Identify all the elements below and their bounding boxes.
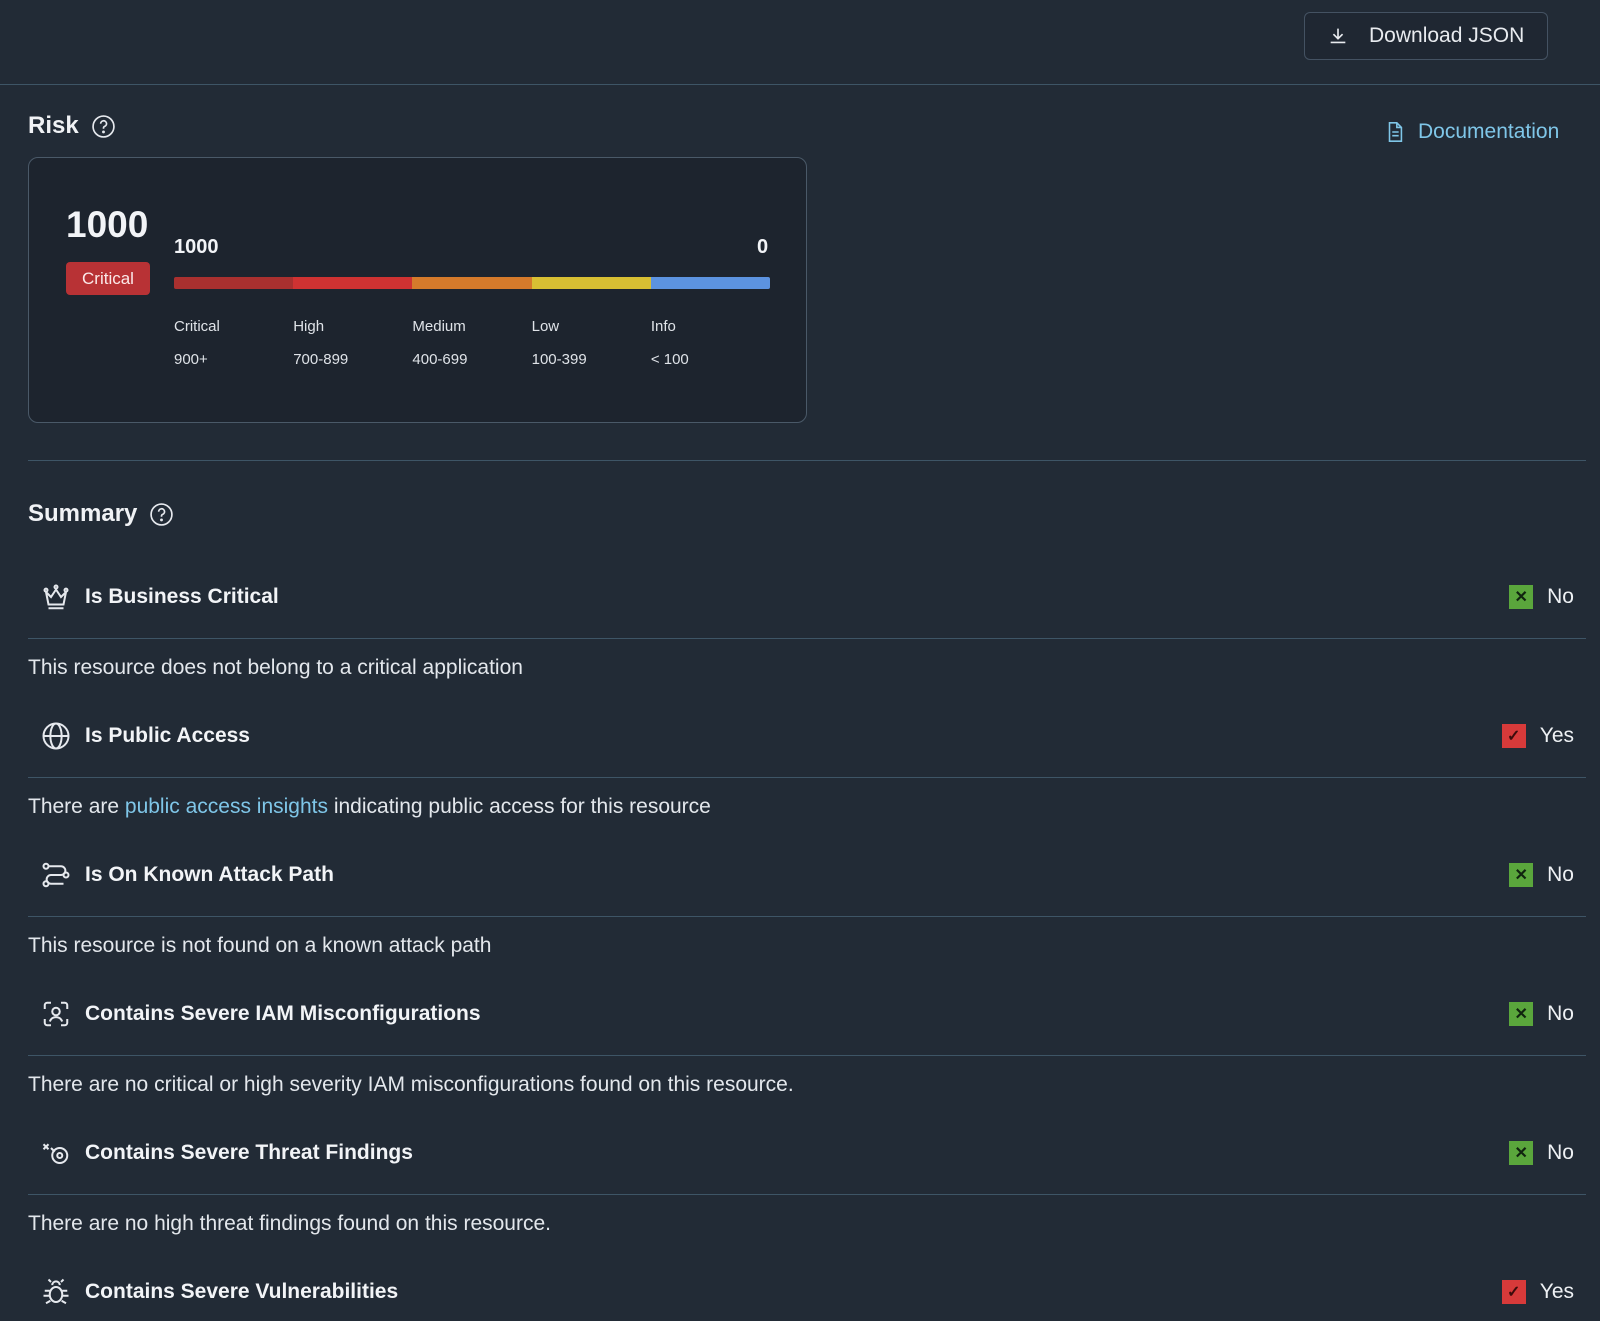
band-label: Info: [650, 318, 676, 335]
scale-max-label: 1000: [174, 236, 219, 258]
status-value: No: [1547, 1002, 1574, 1025]
globe-icon: [42, 722, 70, 750]
route-icon: [42, 862, 70, 888]
help-icon[interactable]: [91, 114, 116, 139]
top-bar: Download JSON: [0, 0, 1600, 85]
summary-row-description: There are public access insights indicat…: [28, 795, 711, 819]
scale-band-medium: [412, 277, 532, 289]
summary-heading: Summary: [28, 500, 174, 528]
status-indicator: ✓ Yes: [1501, 724, 1574, 748]
band-range: 400-699: [412, 351, 468, 368]
scale-band-info: [650, 277, 770, 289]
band-label: Low: [531, 318, 560, 335]
row-divider: [28, 638, 1586, 639]
summary-row-vulnerabilities: Contains Severe Vulnerabilities ✓ Yes: [28, 1272, 1586, 1312]
download-icon: [1330, 28, 1346, 44]
band-range: 700-899: [293, 351, 349, 368]
summary-row-label: Contains Severe Vulnerabilities: [85, 1280, 399, 1303]
summary-row-description: This resource is not found on a known at…: [28, 934, 492, 957]
status-value: No: [1547, 1141, 1574, 1164]
row-divider: [28, 1194, 1586, 1195]
documentation-link[interactable]: Documentation: [1384, 120, 1559, 144]
status-indicator: ✕ No: [1509, 585, 1574, 609]
band-label: Medium: [412, 318, 466, 335]
band-ranges: 900+ 700-899 400-699 100-399 < 100: [174, 351, 770, 368]
x-mark-icon: ✕: [1509, 1002, 1534, 1026]
severity-badge: Critical: [66, 262, 150, 295]
section-divider: [28, 460, 1586, 461]
status-indicator: ✕ No: [1509, 1002, 1574, 1026]
scale-band-critical: [174, 277, 294, 289]
status-value: Yes: [1539, 724, 1574, 747]
summary-row-public-access: Is Public Access ✓ Yes: [28, 716, 1586, 756]
summary-row-label: Is Public Access: [85, 724, 250, 747]
document-icon: [1388, 122, 1403, 142]
status-value: Yes: [1539, 1280, 1574, 1303]
bug-icon: [43, 1278, 69, 1305]
description-text: indicating public access for this resour…: [328, 795, 711, 818]
row-divider: [28, 1055, 1586, 1056]
x-mark-icon: ✕: [1509, 585, 1534, 609]
summary-row-label: Contains Severe Threat Findings: [85, 1141, 413, 1164]
download-json-button[interactable]: Download JSON: [1304, 12, 1548, 60]
help-icon[interactable]: [149, 502, 174, 527]
summary-row-business-critical: Is Business Critical ✕ No: [28, 577, 1586, 617]
band-range: 900+: [174, 351, 208, 368]
band-label: High: [293, 318, 325, 335]
risk-heading: Risk: [28, 112, 116, 140]
x-mark-icon: ✕: [1509, 863, 1534, 887]
status-indicator: ✕ No: [1509, 1141, 1574, 1165]
summary-row-description: There are no high threat findings found …: [28, 1212, 551, 1235]
summary-row-attack-path: Is On Known Attack Path ✕ No: [28, 855, 1586, 895]
download-json-label: Download JSON: [1369, 24, 1525, 47]
check-mark-icon: ✓: [1501, 724, 1526, 748]
x-mark-icon: ✕: [1509, 1141, 1534, 1165]
scale-band-low: [531, 277, 651, 289]
band-range: < 100: [650, 351, 689, 368]
summary-row-label: Contains Severe IAM Misconfigurations: [85, 1002, 481, 1025]
band-label: Critical: [174, 318, 220, 335]
band-labels: Critical High Medium Low Info: [174, 318, 770, 335]
scale-band-high: [293, 277, 413, 289]
crown-icon: [43, 584, 69, 610]
check-mark-icon: ✓: [1501, 1280, 1526, 1304]
summary-row-threat-findings: Contains Severe Threat Findings ✕ No: [28, 1133, 1586, 1173]
summary-row-iam-misconfigurations: Contains Severe IAM Misconfigurations ✕ …: [28, 994, 1586, 1034]
risk-score: 1000: [66, 204, 149, 245]
status-value: No: [1547, 585, 1574, 608]
public-access-insights-link[interactable]: public access insights: [125, 795, 328, 818]
documentation-label: Documentation: [1418, 120, 1560, 143]
description-text: There are: [28, 795, 125, 818]
threat-icon: [42, 1143, 69, 1164]
scale-min-label: 0: [757, 236, 769, 258]
summary-row-label: Is Business Critical: [85, 585, 279, 608]
band-range: 100-399: [531, 351, 587, 368]
risk-title: Risk: [28, 112, 79, 139]
summary-row-description: This resource does not belong to a criti…: [28, 656, 523, 679]
status-value: No: [1547, 863, 1574, 886]
risk-score-card: 1000 Critical 1000 0 Critical High Mediu…: [28, 157, 807, 423]
summary-row-description: There are no critical or high severity I…: [28, 1073, 794, 1096]
status-indicator: ✕ No: [1509, 863, 1574, 887]
summary-title: Summary: [28, 500, 138, 527]
user-scan-icon: [43, 1001, 69, 1027]
row-divider: [28, 777, 1586, 778]
summary-row-label: Is On Known Attack Path: [85, 863, 334, 886]
status-indicator: ✓ Yes: [1501, 1280, 1574, 1304]
row-divider: [28, 916, 1586, 917]
risk-scale-bar: [174, 277, 770, 289]
